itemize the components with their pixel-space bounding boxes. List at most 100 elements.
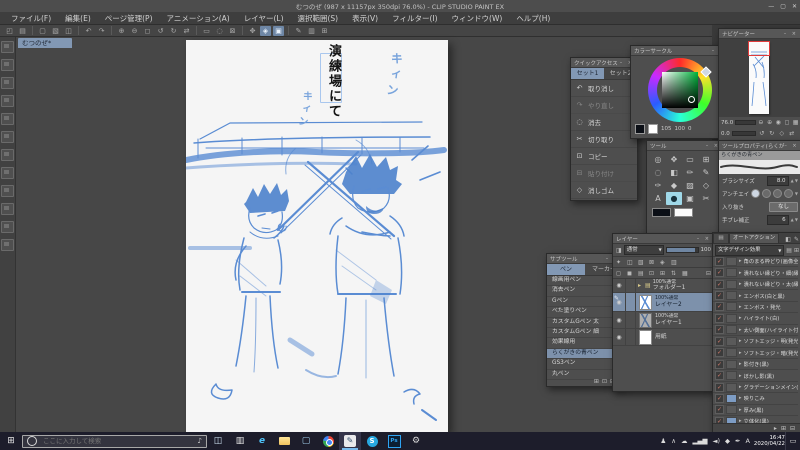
auto-action-row[interactable]: ✓ ▸ 角のまる枠どり(画像全: [713, 256, 798, 268]
palette-page-icon[interactable]: [1, 95, 14, 107]
explorer-icon[interactable]: [273, 432, 295, 450]
palette-page-icon[interactable]: [1, 203, 14, 215]
palette-page-icon[interactable]: [1, 221, 14, 233]
pen-tray-icon[interactable]: ✒: [735, 437, 740, 445]
layer-setting-icon-5[interactable]: ▥: [671, 259, 680, 266]
hue-ring[interactable]: [648, 58, 712, 122]
sv-cursor[interactable]: [688, 96, 695, 103]
action-expand-icon[interactable]: ▸: [739, 315, 742, 321]
delete-layer-icon[interactable]: ⊟: [706, 270, 711, 277]
task-view-icon[interactable]: ◫: [207, 432, 229, 450]
airbrush-tool-icon[interactable]: ▨: [682, 179, 698, 192]
undo-item[interactable]: ↶ 取り消し: [571, 80, 637, 97]
onedrive-icon[interactable]: ☁: [681, 437, 688, 445]
layer-check-cell[interactable]: [626, 279, 636, 292]
action-insert-box[interactable]: [726, 371, 737, 381]
edge-icon[interactable]: e: [251, 432, 273, 450]
palette-page-icon[interactable]: [1, 113, 14, 125]
foreground-color-swatch[interactable]: [652, 208, 671, 217]
sub-tool-tab-ペン[interactable]: ペン: [547, 264, 585, 275]
action-expand-icon[interactable]: ▸: [739, 384, 742, 390]
menu-2[interactable]: ページ管理(P): [98, 12, 160, 25]
navigator-rotation-slider[interactable]: [731, 131, 756, 136]
figure-tool-icon[interactable]: ✂: [698, 192, 714, 205]
eyedropper-tool-icon[interactable]: ✏: [682, 166, 698, 179]
action-checkbox[interactable]: ✓: [715, 359, 724, 369]
background-color-swatch[interactable]: [674, 208, 693, 217]
nav-rotate-icon-3[interactable]: ⇄: [788, 130, 796, 137]
layer-visibility-icon[interactable]: ◉: [613, 312, 626, 328]
layer-visibility-icon[interactable]: ◉: [613, 279, 626, 292]
navigator-zoom-slider[interactable]: [735, 120, 756, 125]
open-file-icon[interactable]: ▧: [50, 26, 61, 36]
nav-zoom-icon-1[interactable]: ⊕: [766, 119, 773, 126]
duplicate-subtool-icon[interactable]: ⊡: [602, 378, 607, 385]
action-checkbox[interactable]: ✓: [715, 382, 724, 392]
layer-thumbnail[interactable]: [639, 329, 652, 345]
action-expand-icon[interactable]: ▸: [739, 373, 742, 379]
property-stepper[interactable]: ▲ ▼: [791, 178, 798, 183]
auto-action-row[interactable]: ✓ ▸ 映りこみ: [713, 393, 798, 405]
layer-command-icon-2[interactable]: ▤: [638, 270, 647, 277]
people-icon[interactable]: ♟: [660, 437, 666, 445]
copy-item[interactable]: ⊡ コピー: [571, 148, 637, 165]
auto-action-row[interactable]: ✓ ▸ ソフトエッジ・明(発光感: [713, 336, 798, 348]
action-checkbox[interactable]: ✓: [715, 393, 724, 403]
layer-command-icon-1[interactable]: ◼: [627, 270, 636, 277]
light-table-icon[interactable]: ▥: [306, 26, 317, 36]
volume-icon[interactable]: ◄): [712, 437, 720, 445]
auto-action-row[interactable]: ✓ ▸ グラデーションメイン(明: [713, 382, 798, 394]
clear-item[interactable]: ◌ 消去: [571, 114, 637, 131]
action-set-dropdown[interactable]: 文字デザイン効果 ▼: [715, 244, 785, 256]
action-expand-icon[interactable]: ▸: [739, 293, 742, 299]
antialias-option-3[interactable]: [783, 189, 793, 198]
auto-action-header-icon-0[interactable]: ◧: [785, 236, 791, 243]
redo-icon[interactable]: ↷: [96, 26, 107, 36]
action-expand-icon[interactable]: ▸: [739, 258, 742, 264]
navigator-view-rect[interactable]: [748, 41, 770, 56]
sv-square[interactable]: [662, 72, 698, 108]
auto-action-row[interactable]: ✓ ▸ 太い側面(ハイライト付: [713, 325, 798, 337]
folder-expand-icon[interactable]: ▸: [638, 282, 641, 289]
auto-action-row[interactable]: ✓ ▸ 潰れない縁どり・細(縁: [713, 267, 798, 279]
action-expand-icon[interactable]: ▸: [739, 361, 742, 367]
quick-access-tab-1[interactable]: セット1: [571, 68, 604, 79]
property-value[interactable]: 8.0: [766, 175, 789, 186]
action-checkbox[interactable]: ✓: [715, 336, 724, 346]
device-icon[interactable]: ▢: [295, 432, 317, 450]
auto-action-header-icon-1[interactable]: ✎: [794, 236, 799, 243]
property-dropdown[interactable]: ▼: [795, 191, 798, 196]
snap-ruler-icon[interactable]: ◈: [260, 25, 271, 36]
defender-icon[interactable]: ◆: [725, 437, 730, 445]
cut-item[interactable]: ✂ 切り取り: [571, 131, 637, 148]
maximize-button[interactable]: ▢: [780, 3, 786, 10]
action-expand-icon[interactable]: ▸: [739, 395, 742, 401]
palette-page-icon[interactable]: [1, 131, 14, 143]
nav-zoom-icon-4[interactable]: ▦: [792, 119, 799, 126]
action-expand-icon[interactable]: ▸: [739, 407, 742, 413]
layer-thumbnail[interactable]: [639, 312, 652, 328]
gradient-tool-icon[interactable]: ▣: [682, 192, 698, 205]
add-subtool-icon[interactable]: ⊞: [594, 378, 599, 385]
crop-icon[interactable]: ⊠: [227, 26, 238, 36]
search-input[interactable]: [41, 436, 194, 446]
action-insert-box[interactable]: [726, 405, 737, 415]
pen-settings-icon[interactable]: ✎: [293, 26, 304, 36]
document-tab[interactable]: むつのぜ*: [18, 38, 72, 48]
rotate-left-icon[interactable]: ↺: [155, 26, 166, 36]
close-button[interactable]: ✕: [792, 3, 797, 10]
layer-command-icon-3[interactable]: ⊡: [649, 270, 658, 277]
menu-0[interactable]: ファイル(F): [4, 12, 58, 25]
action-checkbox[interactable]: ✓: [715, 291, 724, 301]
chrome-icon[interactable]: [317, 432, 339, 450]
auto-action-tab[interactable]: オートアクション: [729, 233, 780, 243]
zoom-tool-icon[interactable]: ◎: [650, 153, 666, 166]
action-checkbox[interactable]: ✓: [715, 405, 724, 415]
layer-command-icon-5[interactable]: ⇅: [671, 270, 680, 277]
auto-action-bottom-icon-2[interactable]: ⊟: [790, 425, 795, 432]
canvas[interactable]: 演練場にて キィン キィン: [186, 40, 448, 432]
layer-row-フォルダー1[interactable]: ◉ ▸ ▤ 100%通常 フォルダー1: [613, 279, 714, 293]
auto-action-row[interactable]: ✓ ▸ エンボス・発光: [713, 302, 798, 314]
select-tool-icon[interactable]: ◌: [650, 166, 666, 179]
nav-zoom-icon-3[interactable]: ◻: [784, 119, 791, 126]
